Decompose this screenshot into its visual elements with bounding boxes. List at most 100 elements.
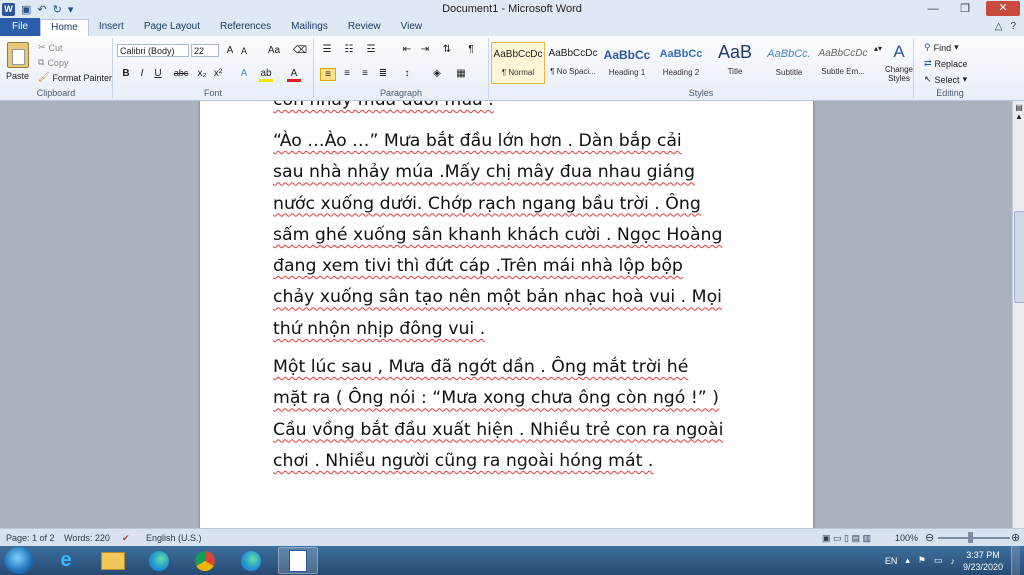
zoom-in-icon[interactable]: ⊕ bbox=[1011, 531, 1020, 544]
text-line: đang xem tivi thì đứt cáp .Trên mái nhà … bbox=[273, 256, 683, 277]
text-line: “Ào …Ào …” Mưa bắt đầu lớn hơn . Dàn bắp… bbox=[273, 131, 682, 151]
tab-review[interactable]: Review bbox=[338, 18, 391, 36]
replace-button[interactable]: ⇄ Replace bbox=[924, 58, 968, 69]
tray-expand-icon[interactable]: ▴ bbox=[905, 555, 910, 566]
change-case-button[interactable]: Aa bbox=[263, 45, 285, 56]
styles-scroll-icon[interactable]: ▴▾ bbox=[871, 44, 885, 53]
minimize-button[interactable]: — bbox=[922, 3, 944, 15]
tab-view[interactable]: View bbox=[391, 18, 433, 36]
minimize-ribbon-icon[interactable]: △ bbox=[995, 21, 1003, 32]
sort-icon[interactable]: ⇅ bbox=[440, 44, 454, 55]
font-color-button[interactable]: A bbox=[287, 68, 301, 82]
proofing-icon[interactable]: ✔ bbox=[122, 533, 130, 544]
subscript-button[interactable]: x₂ bbox=[195, 68, 209, 79]
ruler-toggle-icon[interactable]: ▤ bbox=[1013, 103, 1024, 112]
increase-indent-icon[interactable]: ⇥ bbox=[418, 44, 432, 55]
style-subtle-emphasis[interactable]: AaBbCcDc Subtle Em... bbox=[816, 42, 870, 84]
chevron-down-icon: ▾ bbox=[954, 42, 959, 52]
find-button[interactable]: ⚲ Find ▾ bbox=[924, 42, 959, 53]
word-count[interactable]: Words: 220 bbox=[64, 533, 110, 543]
change-styles-button[interactable]: A Change Styles bbox=[885, 42, 913, 83]
show-desktop-button[interactable] bbox=[1011, 546, 1020, 575]
superscript-button[interactable]: x² bbox=[211, 68, 225, 79]
document-page[interactable]: con nhảy múa dưới mưa . “Ào …Ào …” Mưa b… bbox=[200, 101, 813, 528]
clock[interactable]: 3:37 PM 9/23/2020 bbox=[963, 549, 1003, 573]
zoom-out-icon[interactable]: ⊖ bbox=[925, 531, 934, 544]
clipboard-group-label: Clipboard bbox=[36, 88, 76, 98]
zoom-slider-thumb[interactable] bbox=[968, 532, 973, 543]
taskbar-file-explorer[interactable] bbox=[93, 547, 133, 574]
taskbar-edge[interactable] bbox=[139, 547, 179, 574]
clear-formatting-icon[interactable]: ⌫ bbox=[293, 45, 307, 56]
multilevel-list-icon[interactable]: ☲ bbox=[364, 44, 378, 55]
numbering-icon[interactable]: ☷ bbox=[342, 44, 356, 55]
text-effects-icon[interactable]: A bbox=[237, 68, 251, 79]
battery-icon[interactable]: ▭ bbox=[934, 555, 943, 566]
text-line: chơi . Nhiều người cũng ra ngoài hóng má… bbox=[273, 450, 654, 471]
start-button[interactable] bbox=[4, 547, 34, 574]
text-line: Một lúc sau , Mưa đã ngớt dần . Ông mắt … bbox=[273, 357, 689, 377]
clipboard-group: Paste ✂ Cut ⧉ Copy 🖌 Format Painter Clipboa… bbox=[0, 38, 113, 98]
language-bar[interactable]: EN bbox=[885, 556, 898, 566]
line-spacing-icon[interactable]: ↕ bbox=[400, 68, 414, 79]
style-heading-2[interactable]: AaBbCc Heading 2 bbox=[654, 42, 708, 84]
justify-button[interactable]: ≣ bbox=[376, 68, 390, 79]
grow-font-button[interactable]: A bbox=[223, 45, 237, 56]
paragraph-1: “Ào …Ào …” Mưa bắt đầu lớn hơn . Dàn bắp… bbox=[273, 126, 743, 345]
scroll-thumb[interactable] bbox=[1014, 211, 1024, 303]
tab-insert[interactable]: Insert bbox=[89, 18, 134, 36]
font-size-select[interactable]: 22 bbox=[191, 44, 219, 57]
volume-icon[interactable]: ♪ bbox=[950, 556, 955, 566]
shading-icon[interactable]: ◈ bbox=[430, 68, 444, 79]
vertical-scrollbar[interactable]: ▤ ▲ bbox=[1012, 101, 1024, 528]
select-button[interactable]: ↖ Select ▾ bbox=[924, 74, 967, 85]
tab-page-layout[interactable]: Page Layout bbox=[134, 18, 210, 36]
style-heading-1[interactable]: AaBbCc Heading 1 bbox=[600, 42, 654, 84]
paste-button[interactable]: Paste bbox=[6, 42, 29, 81]
scroll-up-icon[interactable]: ▲ bbox=[1013, 112, 1024, 121]
show-formatting-icon[interactable]: ¶ bbox=[464, 44, 478, 55]
bullets-icon[interactable]: ☰ bbox=[320, 44, 334, 55]
strikethrough-button[interactable]: abc bbox=[171, 68, 191, 78]
tab-mailings[interactable]: Mailings bbox=[281, 18, 338, 36]
copy-button[interactable]: ⧉ Copy bbox=[38, 57, 68, 68]
align-center-button[interactable]: ≡ bbox=[340, 68, 354, 79]
taskbar-edge-2[interactable] bbox=[231, 547, 271, 574]
style-normal[interactable]: AaBbCcDc ¶ Normal bbox=[491, 42, 545, 84]
restore-button[interactable]: ❐ bbox=[954, 2, 976, 15]
tab-file[interactable]: File bbox=[0, 18, 41, 36]
cut-button[interactable]: ✂ Cut bbox=[38, 42, 63, 53]
style-subtitle[interactable]: AaBbCc. Subtitle bbox=[762, 42, 816, 84]
close-button[interactable]: ✕ bbox=[986, 1, 1020, 16]
bold-button[interactable]: B bbox=[119, 68, 133, 79]
italic-button[interactable]: I bbox=[135, 68, 149, 79]
scissors-icon: ✂ bbox=[38, 42, 46, 52]
view-mode-icons[interactable]: ▣ ▭ ▯ ▤ ▥ bbox=[822, 533, 871, 544]
help-icon[interactable]: ? bbox=[1010, 21, 1016, 32]
format-painter-button[interactable]: 🖌 Format Painter bbox=[38, 72, 112, 83]
borders-icon[interactable]: ▦ bbox=[454, 68, 468, 79]
ribbon-home: Paste ✂ Cut ⧉ Copy 🖌 Format Painter Clipboa… bbox=[0, 36, 1024, 101]
zoom-slider[interactable] bbox=[938, 537, 1010, 539]
taskbar-word[interactable] bbox=[278, 547, 318, 574]
language-indicator[interactable]: English (U.S.) bbox=[146, 533, 202, 543]
tab-references[interactable]: References bbox=[210, 18, 281, 36]
underline-button[interactable]: U bbox=[151, 68, 165, 79]
shrink-font-button[interactable]: A bbox=[237, 46, 251, 56]
align-right-button[interactable]: ≡ bbox=[358, 68, 372, 79]
brush-icon: 🖌 bbox=[38, 72, 50, 82]
highlight-icon[interactable]: ab bbox=[259, 68, 273, 82]
binoculars-icon: ⚲ bbox=[924, 42, 931, 52]
align-left-button[interactable]: ≡ bbox=[320, 68, 336, 81]
style-no-spacing[interactable]: AaBbCcDc ¶ No Spaci... bbox=[546, 42, 600, 84]
copy-icon: ⧉ bbox=[38, 57, 45, 67]
tab-home[interactable]: Home bbox=[40, 19, 89, 36]
taskbar-chrome[interactable] bbox=[185, 547, 225, 574]
taskbar-internet-explorer[interactable]: e bbox=[46, 547, 86, 574]
page-count[interactable]: Page: 1 of 2 bbox=[6, 533, 55, 543]
zoom-level[interactable]: 100% bbox=[895, 533, 918, 543]
style-title[interactable]: AaB Title bbox=[708, 42, 762, 84]
decrease-indent-icon[interactable]: ⇤ bbox=[400, 44, 414, 55]
flag-icon[interactable]: ⚑ bbox=[918, 555, 926, 566]
font-name-select[interactable]: Calibri (Body) bbox=[117, 44, 189, 57]
